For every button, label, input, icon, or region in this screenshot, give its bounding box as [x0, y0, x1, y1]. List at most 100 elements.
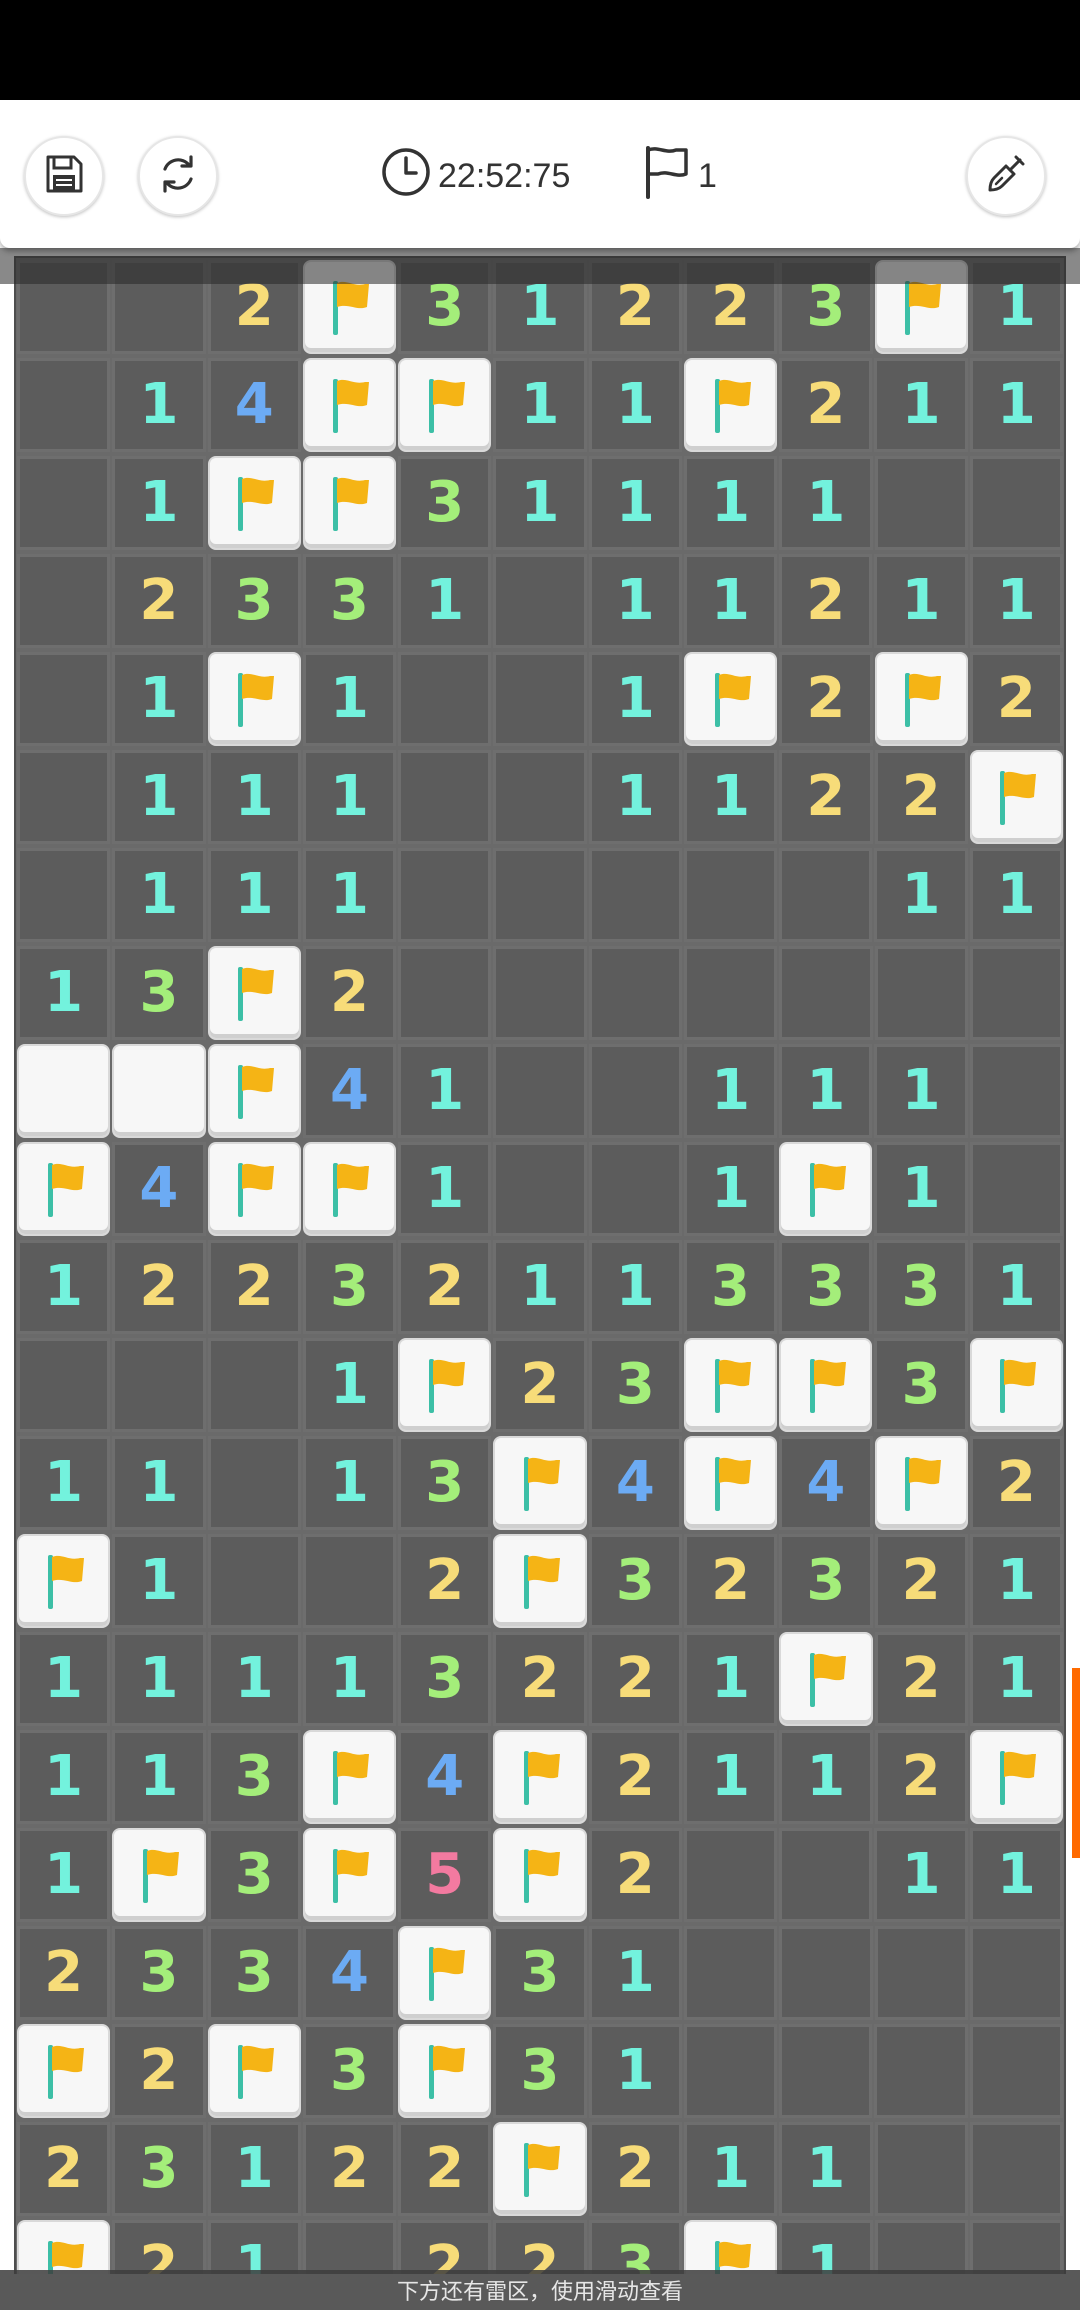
number-cell[interactable]: 1 — [779, 1730, 873, 1824]
number-cell[interactable]: 2 — [398, 2220, 492, 2274]
flagged-cell[interactable] — [493, 1534, 587, 1628]
flagged-cell[interactable] — [969, 1730, 1064, 1824]
number-cell[interactable]: 4 — [207, 358, 301, 452]
blank-raised-cell[interactable] — [17, 1044, 111, 1138]
number-cell[interactable]: 1 — [302, 750, 397, 844]
flagged-cell[interactable] — [493, 1436, 587, 1530]
flagged-cell[interactable] — [874, 1436, 968, 1530]
flagged-cell[interactable] — [683, 2220, 778, 2274]
number-cell[interactable]: 1 — [874, 358, 968, 452]
empty-cell[interactable] — [779, 2024, 873, 2118]
number-cell[interactable]: 2 — [493, 1338, 587, 1432]
number-cell[interactable]: 1 — [874, 1142, 968, 1236]
empty-cell[interactable] — [207, 1534, 301, 1628]
flagged-cell[interactable] — [17, 2024, 111, 2118]
number-cell[interactable]: 1 — [588, 456, 682, 550]
number-cell[interactable]: 3 — [683, 1240, 778, 1334]
number-cell[interactable]: 1 — [779, 1044, 873, 1138]
number-cell[interactable]: 3 — [207, 1926, 301, 2020]
number-cell[interactable]: 1 — [302, 1436, 397, 1530]
number-cell[interactable]: 2 — [588, 2122, 682, 2216]
number-cell[interactable]: 2 — [874, 1730, 968, 1824]
empty-cell[interactable] — [874, 2122, 968, 2216]
empty-cell[interactable] — [588, 946, 682, 1040]
number-cell[interactable]: 1 — [112, 456, 206, 550]
number-cell[interactable]: 1 — [17, 1632, 111, 1726]
number-cell[interactable]: 1 — [969, 1632, 1064, 1726]
empty-cell[interactable] — [683, 1926, 778, 2020]
flagged-cell[interactable] — [398, 2024, 492, 2118]
number-cell[interactable]: 1 — [302, 1632, 397, 1726]
number-cell[interactable]: 2 — [112, 1240, 206, 1334]
empty-cell[interactable] — [493, 750, 587, 844]
number-cell[interactable]: 3 — [398, 1632, 492, 1726]
number-cell[interactable]: 2 — [874, 1534, 968, 1628]
empty-cell[interactable] — [969, 2220, 1064, 2274]
number-cell[interactable]: 3 — [874, 1240, 968, 1334]
number-cell[interactable]: 3 — [207, 1828, 301, 1922]
flagged-cell[interactable] — [779, 1632, 873, 1726]
flagged-cell[interactable] — [207, 456, 301, 550]
number-cell[interactable]: 1 — [493, 456, 587, 550]
flagged-cell[interactable] — [493, 1828, 587, 1922]
number-cell[interactable]: 1 — [588, 750, 682, 844]
number-cell[interactable]: 2 — [17, 1926, 111, 2020]
number-cell[interactable]: 1 — [588, 652, 682, 746]
number-cell[interactable]: 2 — [969, 1436, 1064, 1530]
number-cell[interactable]: 1 — [398, 554, 492, 648]
flagged-cell[interactable] — [17, 2220, 111, 2274]
flagged-cell[interactable] — [683, 358, 778, 452]
empty-cell[interactable] — [112, 1338, 206, 1432]
number-cell[interactable]: 1 — [207, 750, 301, 844]
number-cell[interactable]: 1 — [17, 1730, 111, 1824]
empty-cell[interactable] — [17, 456, 111, 550]
number-cell[interactable]: 1 — [207, 2122, 301, 2216]
number-cell[interactable]: 2 — [493, 1632, 587, 1726]
flagged-cell[interactable] — [207, 1142, 301, 1236]
empty-cell[interactable] — [969, 946, 1064, 1040]
flagged-cell[interactable] — [207, 946, 301, 1040]
number-cell[interactable]: 1 — [207, 1632, 301, 1726]
empty-cell[interactable] — [683, 2024, 778, 2118]
empty-cell[interactable] — [588, 1044, 682, 1138]
number-cell[interactable]: 1 — [683, 1730, 778, 1824]
number-cell[interactable]: 2 — [302, 946, 397, 1040]
number-cell[interactable]: 3 — [112, 1926, 206, 2020]
flagged-cell[interactable] — [683, 1436, 778, 1530]
number-cell[interactable]: 3 — [588, 2220, 682, 2274]
flagged-cell[interactable] — [112, 1828, 206, 1922]
number-cell[interactable]: 1 — [588, 1240, 682, 1334]
number-cell[interactable]: 2 — [779, 358, 873, 452]
number-cell[interactable]: 1 — [112, 750, 206, 844]
empty-cell[interactable] — [17, 848, 111, 942]
flagged-cell[interactable] — [302, 1730, 397, 1824]
number-cell[interactable]: 1 — [683, 1044, 778, 1138]
number-cell[interactable]: 1 — [398, 1044, 492, 1138]
scroll-indicator[interactable] — [1072, 1668, 1080, 1858]
empty-cell[interactable] — [398, 848, 492, 942]
number-cell[interactable]: 1 — [17, 1828, 111, 1922]
number-cell[interactable]: 2 — [302, 2122, 397, 2216]
empty-cell[interactable] — [17, 358, 111, 452]
empty-cell[interactable] — [17, 1338, 111, 1432]
number-cell[interactable]: 3 — [588, 1534, 682, 1628]
number-cell[interactable]: 2 — [779, 750, 873, 844]
number-cell[interactable]: 3 — [302, 2024, 397, 2118]
flagged-cell[interactable] — [207, 652, 301, 746]
number-cell[interactable]: 2 — [779, 652, 873, 746]
number-cell[interactable]: 1 — [588, 2024, 682, 2118]
empty-cell[interactable] — [207, 1338, 301, 1432]
empty-cell[interactable] — [493, 946, 587, 1040]
dig-mode-button[interactable] — [966, 136, 1046, 216]
flagged-cell[interactable] — [302, 1142, 397, 1236]
number-cell[interactable]: 3 — [779, 1534, 873, 1628]
number-cell[interactable]: 2 — [112, 2220, 206, 2274]
empty-cell[interactable] — [874, 456, 968, 550]
flagged-cell[interactable] — [969, 1338, 1064, 1432]
number-cell[interactable]: 2 — [207, 1240, 301, 1334]
number-cell[interactable]: 2 — [398, 1534, 492, 1628]
save-button[interactable] — [24, 136, 104, 216]
number-cell[interactable]: 5 — [398, 1828, 492, 1922]
empty-cell[interactable] — [588, 848, 682, 942]
number-cell[interactable]: 1 — [112, 652, 206, 746]
